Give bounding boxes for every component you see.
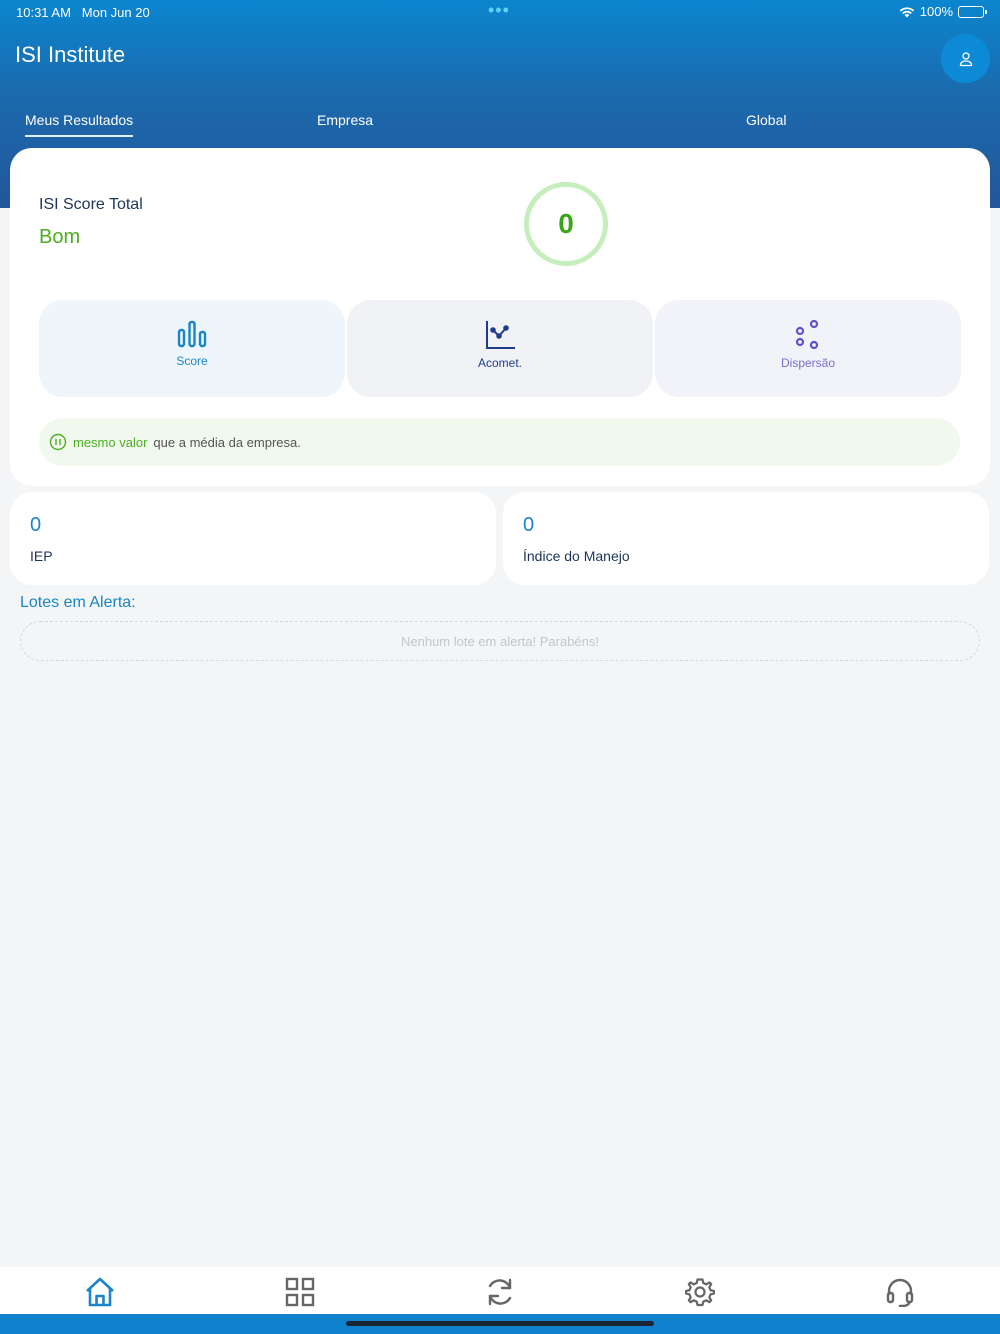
bar-chart-icon: [177, 320, 207, 348]
kpi-value: 0: [30, 514, 42, 536]
line-chart-icon: [486, 321, 515, 349]
nav-settings[interactable]: [682, 1275, 718, 1309]
dispersao-button[interactable]: Dispersão: [655, 300, 961, 397]
score-ring: 0: [524, 182, 608, 266]
battery-icon: [958, 5, 987, 18]
tab-bar: Meus Resultados Empresa Global: [0, 108, 1000, 140]
headset-icon: [886, 1278, 914, 1307]
app-title: ISI Institute: [15, 42, 126, 67]
home-icon: [86, 1277, 114, 1307]
user-icon: [959, 51, 972, 66]
alerts-title: Lotes em Alerta:: [20, 594, 136, 611]
pause-circle-icon: [49, 433, 67, 451]
kpi-card-iep[interactable]: 0 IEP: [10, 492, 496, 585]
nav-support[interactable]: [882, 1275, 918, 1309]
status-right: 100%: [899, 4, 987, 19]
nav-sync[interactable]: [482, 1275, 518, 1309]
score-card: ISI Score Total Bom 0 Score Acomet. Disp…: [10, 148, 990, 486]
tab-meus-resultados[interactable]: Meus Resultados: [25, 112, 134, 137]
dispersao-button-label: Dispersão: [780, 356, 836, 370]
acomet-button-label: Acomet.: [477, 356, 522, 370]
status-time: 10:31 AM Mon Jun 20: [16, 5, 150, 20]
alerts-empty-message: Nenhum lote em alerta! Parabéns!: [401, 633, 599, 649]
grid-icon: [285, 1277, 315, 1307]
kpi-card-indice-manejo[interactable]: 0 Índice do Manejo: [503, 492, 989, 585]
tab-empresa[interactable]: Empresa: [317, 112, 373, 128]
refresh-icon: [488, 1278, 512, 1306]
wifi-icon: [899, 6, 914, 17]
score-label: ISI Score Total: [39, 196, 143, 213]
scatter-icon: [795, 320, 819, 350]
app-root: 10:31 AM Mon Jun 20 ••• 100% ISI Institu…: [0, 0, 1000, 1334]
battery-percent: 100%: [919, 4, 953, 19]
score-button[interactable]: Score: [39, 300, 345, 397]
score-status: Bom: [39, 226, 81, 248]
score-button-label: Score: [176, 354, 208, 368]
comparison-banner: mesmo valor que a média da empresa.: [39, 418, 960, 466]
score-value: 0: [558, 208, 574, 239]
comparison-text: que a média da empresa.: [153, 434, 301, 450]
kpi-label: IEP: [30, 548, 53, 564]
nav-home[interactable]: [82, 1275, 118, 1309]
multitask-dots-icon[interactable]: •••: [488, 1, 510, 19]
kpi-value: 0: [523, 514, 535, 536]
status-bar: 10:31 AM Mon Jun 20 ••• 100%: [0, 0, 1000, 24]
gear-icon: [685, 1278, 715, 1307]
tab-global[interactable]: Global: [746, 112, 786, 128]
nav-grid[interactable]: [282, 1275, 318, 1309]
comparison-highlight: mesmo valor: [73, 434, 148, 450]
acomet-button[interactable]: Acomet.: [347, 300, 653, 397]
profile-button[interactable]: [941, 34, 990, 83]
kpi-label: Índice do Manejo: [523, 548, 630, 564]
bottom-nav: [0, 1267, 1000, 1314]
home-indicator[interactable]: [346, 1321, 654, 1326]
alerts-empty-state: Nenhum lote em alerta! Parabéns!: [20, 621, 980, 661]
